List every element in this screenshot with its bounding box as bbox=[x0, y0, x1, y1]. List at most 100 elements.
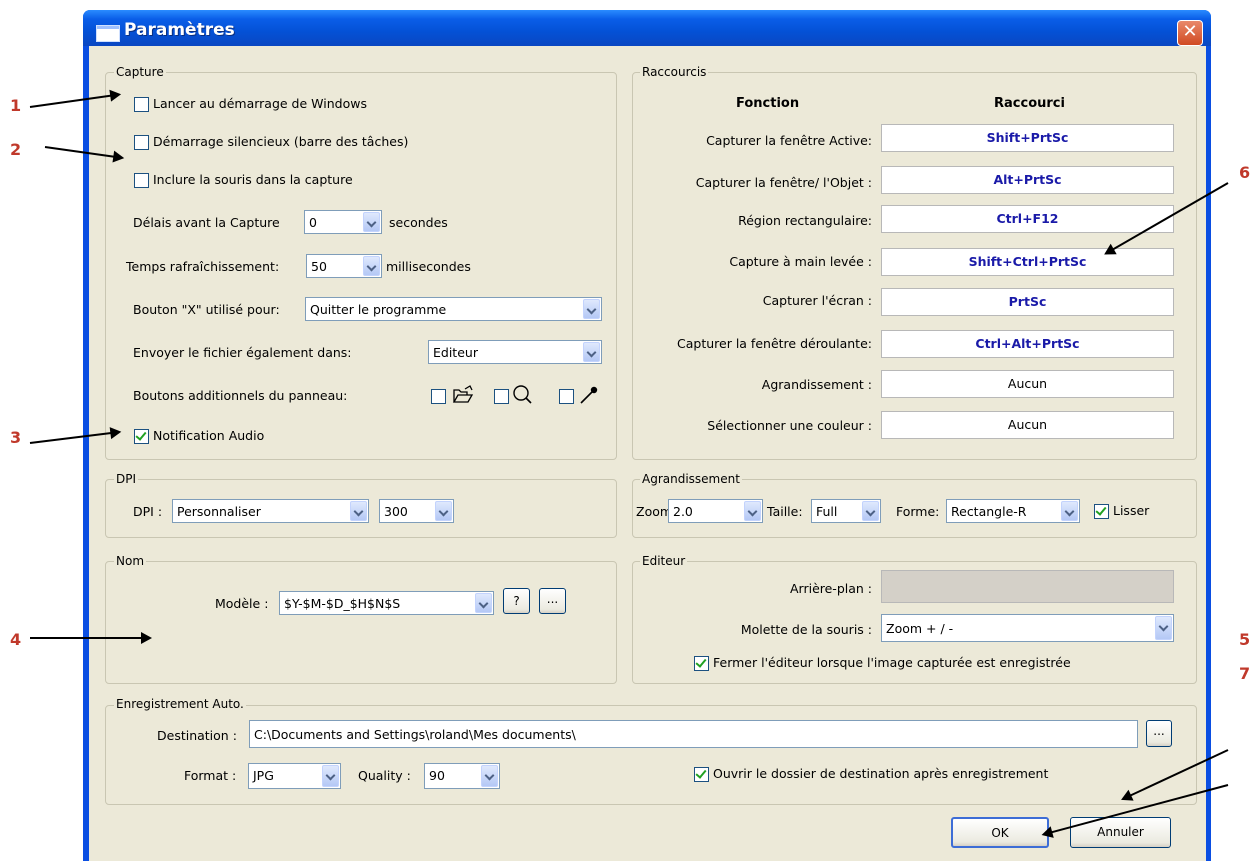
shortcut-field[interactable]: Alt+PrtSc bbox=[881, 166, 1174, 194]
shortcut-field[interactable]: Ctrl+F12 bbox=[881, 205, 1174, 233]
x-button-select[interactable]: Quitter le programme bbox=[305, 297, 602, 321]
format-value: JPG bbox=[253, 768, 274, 783]
format-label: Format : bbox=[184, 768, 237, 783]
include-mouse-label: Inclure la souris dans la capture bbox=[153, 172, 353, 187]
model-more-button[interactable]: ... bbox=[539, 588, 566, 614]
annotation-number: 3 bbox=[10, 428, 22, 447]
chevron-down-icon[interactable] bbox=[363, 212, 380, 232]
col-shortcut-header: Raccourci bbox=[994, 96, 1065, 111]
shape-select[interactable]: Rectangle-R bbox=[946, 499, 1080, 523]
chevron-down-icon[interactable] bbox=[583, 299, 600, 319]
background-label: Arrière-plan : bbox=[789, 581, 872, 596]
x-button-value: Quitter le programme bbox=[310, 302, 447, 317]
annotation-number: 6 bbox=[1239, 163, 1251, 182]
folder-open-icon bbox=[452, 385, 474, 403]
close-editor-label: Fermer l'éditeur lorsque l'image capturé… bbox=[713, 655, 1071, 670]
panel-picker-checkbox[interactable] bbox=[559, 389, 574, 404]
quality-value: 90 bbox=[429, 768, 445, 783]
send-select[interactable]: Editeur bbox=[428, 340, 602, 364]
chevron-down-icon[interactable] bbox=[322, 765, 339, 787]
smooth-checkbox[interactable] bbox=[1094, 504, 1109, 519]
send-value: Editeur bbox=[433, 345, 478, 360]
model-select[interactable]: $Y-$M-$D_$H$N$S bbox=[279, 591, 494, 615]
wheel-select[interactable]: Zoom + / - bbox=[881, 614, 1174, 642]
wheel-value: Zoom + / - bbox=[886, 621, 954, 636]
autosave-legend: Enregistrement Auto. bbox=[114, 697, 246, 711]
close-button[interactable]: ✕ bbox=[1177, 20, 1203, 46]
color-picker-icon bbox=[580, 386, 598, 404]
refresh-select[interactable]: 50 bbox=[306, 254, 382, 278]
window-icon bbox=[96, 25, 120, 42]
size-value: Full bbox=[816, 504, 838, 519]
destination-label: Destination : bbox=[157, 728, 237, 743]
zoom-value: 2.0 bbox=[673, 504, 693, 519]
chevron-down-icon[interactable] bbox=[1061, 501, 1078, 521]
panel-open-checkbox[interactable] bbox=[431, 389, 446, 404]
x-button-label: Bouton "X" utilisé pour: bbox=[133, 302, 280, 317]
silent-start-checkbox[interactable] bbox=[134, 135, 149, 150]
panel-magnify-checkbox[interactable] bbox=[494, 389, 509, 404]
magnifier-icon bbox=[513, 385, 532, 404]
dpi-mode-select[interactable]: Personnaliser bbox=[172, 499, 369, 523]
shortcut-field[interactable]: Ctrl+Alt+PrtSc bbox=[881, 330, 1174, 358]
format-select[interactable]: JPG bbox=[248, 763, 341, 789]
model-value: $Y-$M-$D_$H$N$S bbox=[284, 596, 401, 611]
browse-button[interactable]: ... bbox=[1146, 720, 1172, 747]
launch-windows-checkbox[interactable] bbox=[134, 97, 149, 112]
capture-legend: Capture bbox=[114, 65, 166, 79]
shortcut-field[interactable]: Shift+Ctrl+PrtSc bbox=[881, 248, 1174, 276]
shortcut-field[interactable]: Shift+PrtSc bbox=[881, 124, 1174, 152]
shortcut-label: Capturer la fenêtre Active: bbox=[706, 133, 872, 148]
chevron-down-icon[interactable] bbox=[862, 501, 879, 521]
chevron-down-icon[interactable] bbox=[350, 501, 367, 521]
chevron-down-icon[interactable] bbox=[744, 501, 761, 521]
audio-label: Notification Audio bbox=[153, 428, 265, 443]
dpi-label: DPI : bbox=[133, 504, 163, 519]
name-group bbox=[105, 561, 617, 684]
open-folder-checkbox[interactable] bbox=[694, 767, 709, 782]
chevron-down-icon[interactable] bbox=[583, 342, 600, 362]
dpi-value: 300 bbox=[384, 504, 408, 519]
destination-field[interactable]: C:\Documents and Settings\roland\Mes doc… bbox=[249, 720, 1138, 748]
refresh-unit: millisecondes bbox=[386, 259, 471, 274]
annotation-number: 1 bbox=[10, 96, 22, 115]
annotation-number: 4 bbox=[10, 630, 22, 649]
shortcut-label: Capturer la fenêtre déroulante: bbox=[677, 336, 872, 351]
dpi-legend: DPI bbox=[114, 472, 139, 486]
model-help-button[interactable]: ? bbox=[503, 588, 530, 614]
destination-value: C:\Documents and Settings\roland\Mes doc… bbox=[254, 727, 576, 742]
chevron-down-icon[interactable] bbox=[1155, 616, 1172, 640]
silent-start-label: Démarrage silencieux (barre des tâches) bbox=[153, 134, 409, 149]
include-mouse-checkbox[interactable] bbox=[134, 173, 149, 188]
shortcut-label: Sélectionner une couleur : bbox=[707, 418, 872, 433]
audio-checkbox[interactable] bbox=[134, 429, 149, 444]
title-bar[interactable] bbox=[83, 10, 1211, 46]
close-editor-checkbox[interactable] bbox=[694, 656, 709, 671]
shortcut-field[interactable]: Aucun bbox=[881, 370, 1174, 398]
send-label: Envoyer le fichier également dans: bbox=[133, 345, 352, 360]
annotation-number: 7 bbox=[1239, 664, 1251, 683]
shortcut-field[interactable]: Aucun bbox=[881, 411, 1174, 439]
chevron-down-icon[interactable] bbox=[475, 593, 492, 613]
launch-windows-label: Lancer au démarrage de Windows bbox=[153, 96, 367, 111]
size-select[interactable]: Full bbox=[811, 499, 881, 523]
background-color-field[interactable] bbox=[881, 570, 1174, 603]
smooth-label: Lisser bbox=[1113, 503, 1150, 518]
zoom-select[interactable]: 2.0 bbox=[668, 499, 763, 523]
size-label: Taille: bbox=[767, 504, 803, 519]
zoom-legend: Agrandissement bbox=[640, 472, 742, 486]
annotation-arrow bbox=[30, 632, 152, 644]
chevron-down-icon[interactable] bbox=[435, 501, 452, 521]
dpi-mode-value: Personnaliser bbox=[177, 504, 261, 519]
quality-select[interactable]: 90 bbox=[424, 763, 500, 789]
delay-select[interactable]: 0 bbox=[304, 210, 382, 234]
chevron-down-icon[interactable] bbox=[363, 256, 380, 276]
shortcut-field[interactable]: PrtSc bbox=[881, 288, 1174, 316]
col-function-header: Fonction bbox=[736, 96, 800, 111]
dpi-value-select[interactable]: 300 bbox=[379, 499, 454, 523]
chevron-down-icon[interactable] bbox=[481, 765, 498, 787]
refresh-label: Temps rafraîchissement: bbox=[126, 259, 280, 274]
panel-buttons-label: Boutons additionnels du panneau: bbox=[133, 388, 348, 403]
ok-button[interactable]: OK bbox=[951, 817, 1049, 848]
shortcut-label: Capturer la fenêtre/ l'Objet : bbox=[695, 175, 872, 190]
